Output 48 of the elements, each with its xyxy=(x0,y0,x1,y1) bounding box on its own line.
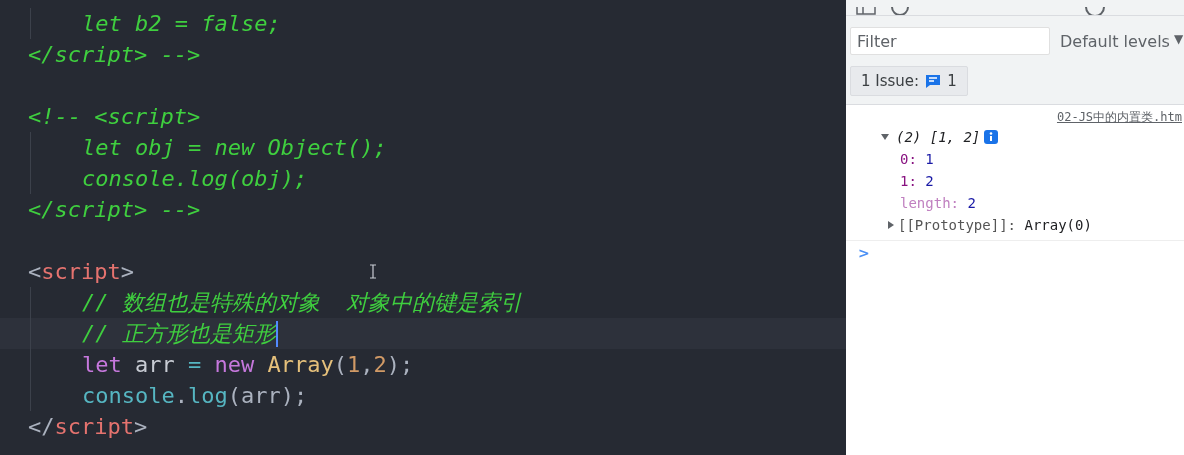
property-key: [[Prototype]]: xyxy=(898,217,1016,233)
code-token: > xyxy=(134,413,148,441)
code-token: // 正方形也是矩形 xyxy=(82,320,276,348)
issues-button[interactable]: 1 Issue: 1 xyxy=(850,66,968,96)
property-value: 2 xyxy=(925,173,934,189)
filter-field[interactable]: Filter xyxy=(850,27,1050,55)
property-value: 2 xyxy=(967,195,976,211)
code-token: console.log(obj); xyxy=(82,165,308,193)
code-token: ); xyxy=(386,351,414,379)
code-token: 1 xyxy=(346,351,361,379)
code-token: ( xyxy=(333,351,347,379)
code-token: Array xyxy=(266,351,334,379)
code-token: > xyxy=(120,258,134,286)
code-token: arr xyxy=(134,351,176,379)
collapsed-triangle-icon[interactable] xyxy=(886,220,896,230)
code-editor[interactable]: let b2 = false; </script> --> <!-- <script> let obj = new Object(); console.log(obj); </script> --> <script> // 数组也是特殊的对象 对象中的键是索引 // 正方形也是矩形 let arr = new Array(1,2); console.log(arr); </script> xyxy=(0,0,846,455)
info-icon xyxy=(984,130,999,144)
source-link[interactable]: 02-JS中的内置类.htm xyxy=(1056,109,1182,126)
text-cursor-icon xyxy=(369,264,377,279)
code-token: </script> --> xyxy=(28,41,201,69)
code-token: let obj = new Object(); xyxy=(82,134,387,162)
log-levels-dropdown[interactable]: Default levels ▼ xyxy=(1060,31,1184,51)
code-token: 2 xyxy=(373,351,387,379)
property-key: 1: xyxy=(900,173,917,189)
property-value: Array(0) xyxy=(1024,217,1092,233)
code-token: // 数组也是特殊的对象 对象中的键是索引 xyxy=(82,289,523,317)
code-token: , xyxy=(360,351,374,379)
message-icon xyxy=(925,74,942,88)
code-token: </ xyxy=(28,413,55,441)
code-token: script xyxy=(54,413,134,441)
code-token: let b2 = false; xyxy=(82,10,281,38)
code-token: (arr); xyxy=(227,382,308,410)
code-token: </script> --> xyxy=(28,196,201,224)
code-token: console xyxy=(82,382,175,410)
property-key: length: xyxy=(900,195,959,211)
code-token: log xyxy=(187,382,228,410)
code-token: new xyxy=(213,351,255,379)
expanded-triangle-icon[interactable] xyxy=(880,132,890,142)
property-value: 1 xyxy=(925,151,934,167)
code-token: . xyxy=(174,382,188,410)
text-caret xyxy=(275,320,278,347)
array-summary[interactable]: (2) [1, 2] xyxy=(896,129,981,145)
code-token: < xyxy=(28,258,42,286)
code-token: <!-- <script> xyxy=(28,103,201,131)
code-token: let xyxy=(82,351,122,379)
code-token: script xyxy=(41,258,121,286)
code-token: = xyxy=(188,351,202,379)
property-key: 0: xyxy=(900,151,917,167)
